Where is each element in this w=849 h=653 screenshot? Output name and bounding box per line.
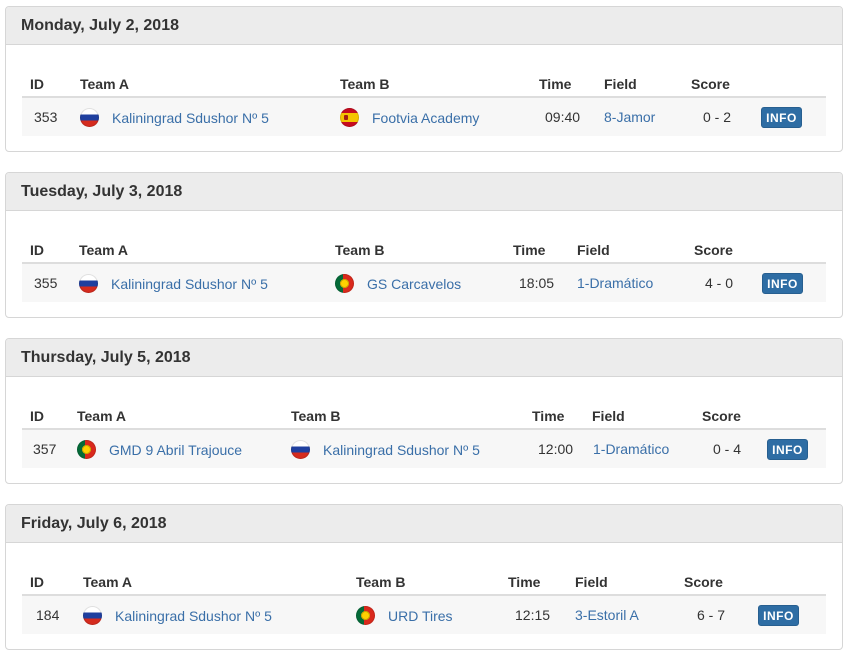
field-link[interactable]: 8-Jamor [604,109,655,125]
info-button[interactable]: INFO [758,605,799,626]
match-time: 12:15 [515,607,551,623]
team-b-link[interactable]: GS Carcavelos [367,276,461,292]
col-score-header: Score [694,242,733,258]
table-row: 357 GMD 9 Abril Trajouce Kaliningrad Sdu… [22,430,826,468]
day-panel-header: Tuesday, July 3, 2018 [6,173,842,211]
match-id: 357 [33,441,57,457]
col-team-b-header: Team B [335,242,385,258]
table-header-row: ID Team A Team B Time Field Score [22,62,826,98]
col-team-a-header: Team A [83,574,133,590]
match-score: 0 - 2 [703,109,732,125]
col-id-header: ID [30,76,44,92]
col-team-a-header: Team A [77,408,127,424]
col-score-header: Score [702,408,741,424]
col-field-header: Field [575,574,608,590]
field-link[interactable]: 3-Estoril A [575,607,639,623]
match-score: 4 - 0 [705,275,734,291]
table-row: 355 Kaliningrad Sdushor Nº 5 GS Carcavel… [22,264,826,302]
spain-flag-icon [340,108,359,127]
portugal-flag-icon [77,440,96,459]
match-time: 12:00 [538,441,574,457]
portugal-flag-icon [335,274,354,293]
day-panel-thursday: Thursday, July 5, 2018 ID Team A Team B … [5,338,843,484]
day-panel-tuesday: Tuesday, July 3, 2018 ID Team A Team B T… [5,172,843,318]
match-id: 355 [34,275,58,291]
russia-flag-icon [83,606,102,625]
match-time: 18:05 [519,275,555,291]
day-panel-header: Monday, July 2, 2018 [6,7,842,45]
col-field-header: Field [604,76,637,92]
col-score-header: Score [684,574,723,590]
col-field-header: Field [592,408,625,424]
team-b-link[interactable]: Kaliningrad Sdushor Nº 5 [323,442,480,458]
day-panel-header: Friday, July 6, 2018 [6,505,842,543]
match-score: 6 - 7 [697,607,726,623]
day-panel-friday: Friday, July 6, 2018 ID Team A Team B Ti… [5,504,843,650]
match-id: 184 [36,607,60,623]
table-header-row: ID Team A Team B Time Field Score [22,560,826,596]
match-id: 353 [34,109,58,125]
field-link[interactable]: 1-Dramático [593,441,669,457]
col-team-b-header: Team B [340,76,390,92]
team-a-link[interactable]: Kaliningrad Sdushor Nº 5 [115,608,272,624]
day-title: Tuesday, July 3, 2018 [21,182,183,200]
col-time-header: Time [508,574,541,590]
russia-flag-icon [79,274,98,293]
col-time-header: Time [539,76,572,92]
field-link[interactable]: 1-Dramático [577,275,653,291]
col-id-header: ID [30,242,44,258]
portugal-flag-icon [356,606,375,625]
day-panel-monday: Monday, July 2, 2018 ID Team A Team B Ti… [5,6,843,152]
russia-flag-icon [291,440,310,459]
team-b-link[interactable]: Footvia Academy [372,110,479,126]
col-score-header: Score [691,76,730,92]
day-title: Monday, July 2, 2018 [21,16,179,34]
match-score: 0 - 4 [713,441,742,457]
col-time-header: Time [532,408,565,424]
team-a-link[interactable]: Kaliningrad Sdushor Nº 5 [111,276,268,292]
info-button[interactable]: INFO [761,107,802,128]
table-header-row: ID Team A Team B Time Field Score [22,394,826,430]
team-b-link[interactable]: URD Tires [388,608,453,624]
col-team-a-header: Team A [80,76,130,92]
team-a-link[interactable]: GMD 9 Abril Trajouce [109,442,242,458]
table-header-row: ID Team A Team B Time Field Score [22,228,826,264]
col-time-header: Time [513,242,546,258]
info-button[interactable]: INFO [767,439,808,460]
col-field-header: Field [577,242,610,258]
day-panel-header: Thursday, July 5, 2018 [6,339,842,377]
info-button[interactable]: INFO [762,273,803,294]
col-id-header: ID [30,408,44,424]
col-id-header: ID [30,574,44,590]
team-a-link[interactable]: Kaliningrad Sdushor Nº 5 [112,110,269,126]
match-time: 09:40 [545,109,581,125]
table-row: 184 Kaliningrad Sdushor Nº 5 URD Tires 1… [22,596,826,634]
table-row: 353 Kaliningrad Sdushor Nº 5 Footvia Aca… [22,98,826,136]
col-team-a-header: Team A [79,242,129,258]
russia-flag-icon [80,108,99,127]
day-title: Thursday, July 5, 2018 [21,348,191,366]
col-team-b-header: Team B [291,408,341,424]
col-team-b-header: Team B [356,574,406,590]
day-title: Friday, July 6, 2018 [21,514,167,532]
